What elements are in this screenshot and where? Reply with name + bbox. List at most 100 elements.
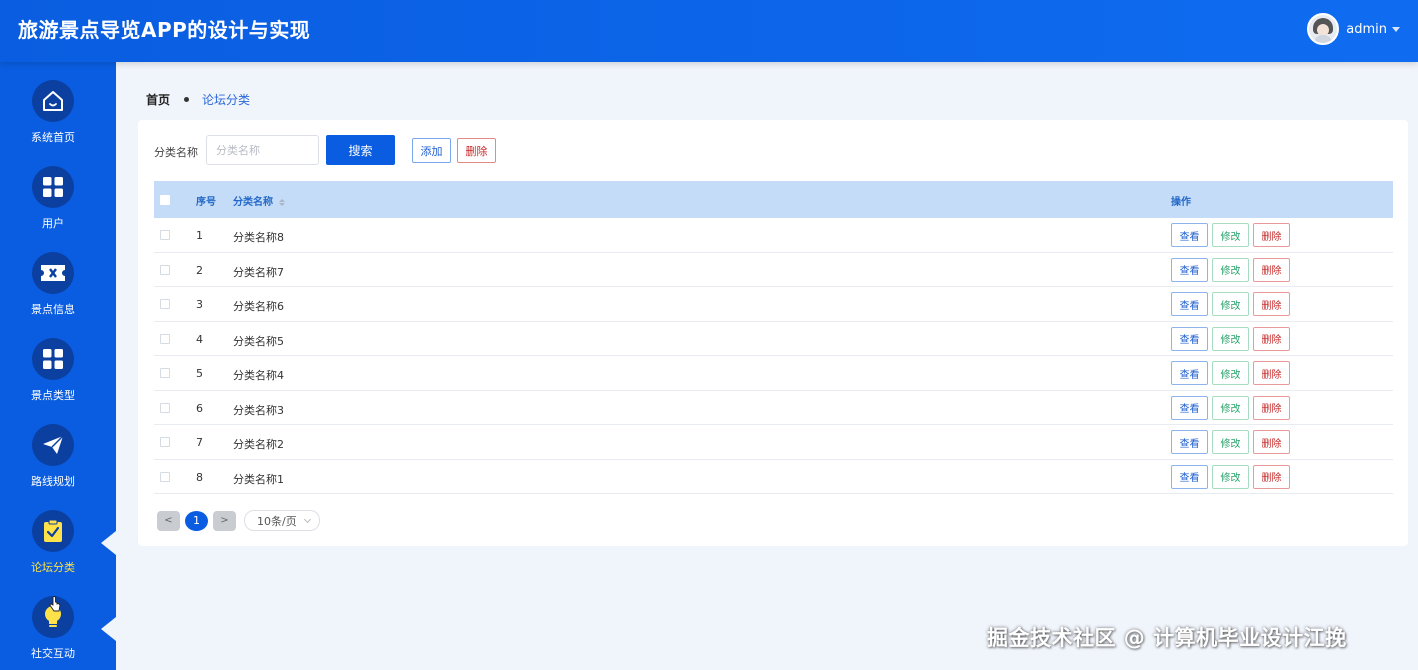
table-row: 7 分类名称2 查看 修改 删除: [154, 425, 1393, 460]
app-title: 旅游景点导览APP的设计与实现: [18, 18, 311, 42]
caret-down-icon[interactable]: [1392, 26, 1400, 32]
edit-button[interactable]: 修改: [1212, 395, 1249, 420]
view-button[interactable]: 查看: [1171, 257, 1208, 282]
sidebar-item-social[interactable]: 社交互动: [0, 578, 116, 664]
cell-name: 分类名称3: [233, 403, 284, 417]
edit-button[interactable]: 修改: [1212, 464, 1249, 489]
pagination: < 1 > 10条/页: [157, 510, 320, 531]
row-delete-button[interactable]: 删除: [1253, 292, 1290, 316]
sidebar-item-users[interactable]: 用户: [0, 148, 106, 234]
sidebar-item-label: 景点类型: [31, 389, 75, 402]
row-delete-button[interactable]: 删除: [1253, 361, 1290, 385]
cell-index: 8: [196, 470, 203, 484]
edit-button[interactable]: 修改: [1212, 223, 1249, 247]
view-button[interactable]: 查看: [1171, 326, 1208, 351]
view-button[interactable]: 查看: [1171, 395, 1208, 420]
home-icon: [32, 80, 74, 122]
username[interactable]: admin: [1346, 22, 1387, 37]
search-input[interactable]: [206, 135, 319, 165]
header-name-label: 分类名称: [233, 197, 273, 208]
table-row: 3 分类名称6 查看 修改 删除: [154, 287, 1393, 322]
category-table: 序号 分类名称 操作 1 分类名称8 查看 修改 删除 2 分类名称7 查看 修改 删除 3 分类名称…: [154, 181, 1393, 494]
sidebar-item-label: 景点信息: [31, 303, 75, 316]
row-checkbox[interactable]: [160, 402, 170, 413]
cell-index: 1: [196, 229, 203, 242]
row-delete-button[interactable]: 删除: [1253, 430, 1290, 454]
table-row: 2 分类名称7 查看 修改 删除: [154, 252, 1393, 287]
breadcrumb-home[interactable]: 首页: [146, 91, 170, 108]
table-row: 8 分类名称1 查看 修改 删除: [154, 459, 1393, 494]
view-button[interactable]: 查看: [1171, 361, 1208, 385]
paper-plane-icon: [32, 424, 74, 466]
sidebar-item-label: 用户: [42, 217, 64, 230]
prev-page-button[interactable]: <: [157, 510, 180, 531]
row-delete-button[interactable]: 删除: [1253, 223, 1290, 247]
edit-button[interactable]: 修改: [1212, 326, 1249, 351]
table-row: 5 分类名称4 查看 修改 删除: [154, 356, 1393, 391]
edit-button[interactable]: 修改: [1212, 430, 1249, 454]
grid-icon: [32, 166, 74, 208]
cell-name: 分类名称1: [233, 472, 284, 486]
cell-name: 分类名称5: [233, 334, 284, 348]
table-row: 4 分类名称5 查看 修改 删除: [154, 321, 1393, 356]
table-row: 6 分类名称3 查看 修改 删除: [154, 390, 1393, 425]
search-button[interactable]: 搜索: [326, 135, 395, 165]
cell-name: 分类名称8: [233, 231, 284, 244]
row-checkbox[interactable]: [160, 264, 170, 275]
sort-icon[interactable]: [279, 198, 285, 206]
sidebar-item-label: 论坛分类: [31, 561, 75, 574]
cell-index: 6: [196, 401, 203, 415]
sidebar-item-label: 系统首页: [31, 131, 75, 144]
row-checkbox[interactable]: [160, 368, 170, 378]
view-button[interactable]: 查看: [1171, 292, 1208, 316]
row-checkbox[interactable]: [160, 333, 170, 344]
edit-button[interactable]: 修改: [1212, 257, 1249, 282]
sidebar-item-label: 社交互动: [31, 647, 75, 660]
grid-icon: [32, 338, 74, 380]
delete-button[interactable]: 删除: [457, 138, 496, 163]
sidebar: 系统首页 用户 景点信息 景点类型 路线规划 论坛分类 社交互动: [0, 62, 116, 670]
view-button[interactable]: 查看: [1171, 430, 1208, 454]
row-checkbox[interactable]: [160, 471, 170, 482]
view-button[interactable]: 查看: [1171, 223, 1208, 247]
search-label: 分类名称: [154, 146, 198, 159]
avatar[interactable]: [1307, 13, 1340, 45]
row-delete-button[interactable]: 删除: [1253, 464, 1290, 489]
cell-name: 分类名称4: [233, 369, 284, 382]
row-checkbox[interactable]: [160, 437, 170, 447]
breadcrumb-separator: [184, 97, 190, 102]
select-all-checkbox[interactable]: [160, 195, 170, 205]
view-button[interactable]: 查看: [1171, 464, 1208, 489]
page-size-select[interactable]: 10条/页: [244, 510, 320, 531]
sidebar-item-attractions[interactable]: 景点信息: [0, 234, 106, 320]
page-size-value: 10条/页: [257, 514, 297, 528]
cell-name: 分类名称6: [233, 300, 284, 313]
header-index: 序号: [196, 197, 216, 208]
edit-button[interactable]: 修改: [1212, 292, 1249, 316]
clipboard-check-icon: [32, 510, 74, 552]
sidebar-item-forum-categories[interactable]: 论坛分类: [0, 492, 116, 578]
chevron-down-icon: [303, 515, 312, 524]
header-name[interactable]: 分类名称: [233, 193, 285, 208]
edit-button[interactable]: 修改: [1212, 361, 1249, 385]
table-row: 1 分类名称8 查看 修改 删除: [154, 218, 1393, 253]
active-indicator: [101, 617, 116, 641]
breadcrumb-current: 论坛分类: [202, 93, 251, 107]
row-checkbox[interactable]: [160, 299, 170, 309]
row-delete-button[interactable]: 删除: [1253, 257, 1290, 282]
page-1-button[interactable]: 1: [185, 510, 208, 531]
row-delete-button[interactable]: 删除: [1253, 326, 1290, 351]
row-delete-button[interactable]: 删除: [1253, 395, 1290, 420]
cell-index: 7: [196, 436, 203, 449]
row-checkbox[interactable]: [160, 230, 170, 240]
user-menu[interactable]: admin: [1307, 12, 1400, 46]
sidebar-item-routes[interactable]: 路线规划: [0, 406, 106, 492]
add-button[interactable]: 添加: [412, 138, 451, 163]
table-body: 1 分类名称8 查看 修改 删除 2 分类名称7 查看 修改 删除 3 分类名称6 查看 修改 删除 4 分类名…: [154, 218, 1393, 494]
active-indicator: [101, 531, 116, 555]
cell-name: 分类名称7: [233, 265, 284, 279]
ticket-icon: [32, 252, 74, 294]
sidebar-item-home[interactable]: 系统首页: [0, 62, 106, 148]
next-page-button[interactable]: >: [213, 510, 236, 531]
sidebar-item-attraction-types[interactable]: 景点类型: [0, 320, 106, 406]
